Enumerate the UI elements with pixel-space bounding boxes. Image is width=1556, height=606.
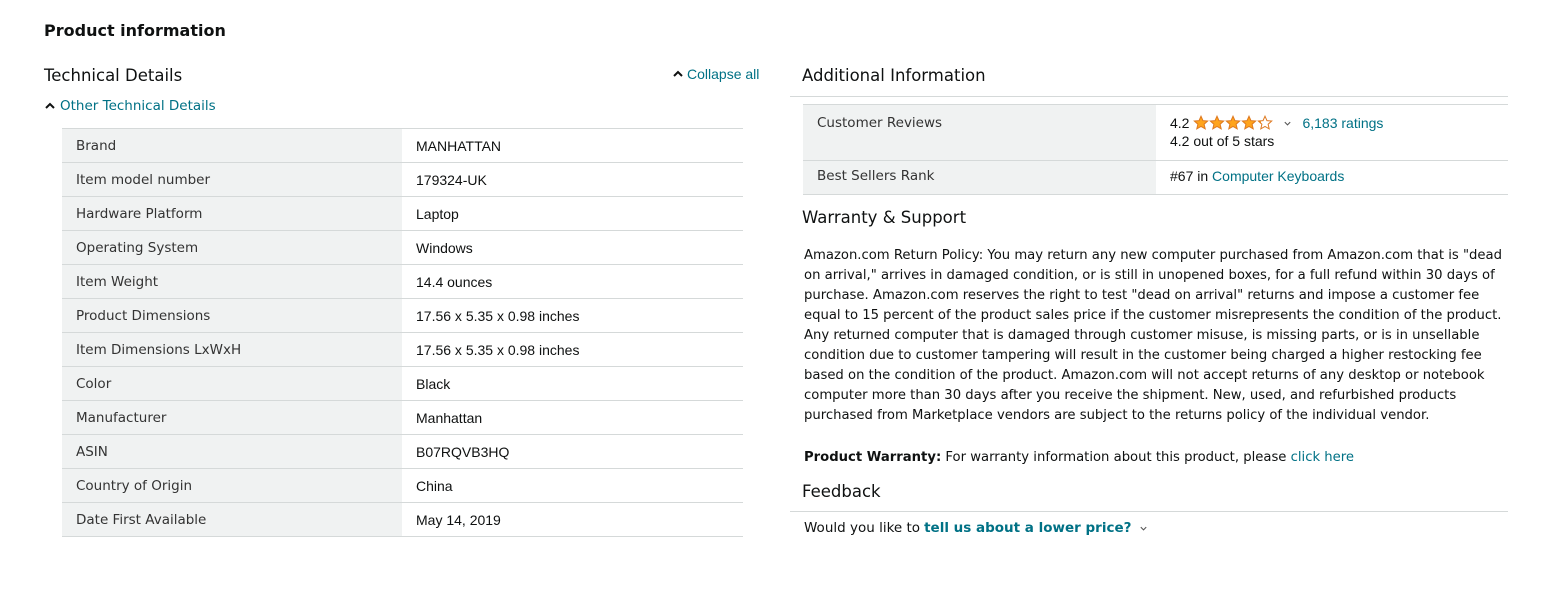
star-icon [1193,115,1210,130]
divider [790,96,1508,97]
row-label: Date First Available [62,502,402,537]
lower-price-link[interactable]: tell us about a lower price? [924,520,1131,536]
chevron-down-icon[interactable] [1139,524,1148,533]
rating-value: 4.2 [1170,115,1190,131]
star-rating[interactable] [1193,115,1274,131]
page-title: Product information [44,21,226,40]
row-label: ASIN [62,434,402,469]
row-label: Item model number [62,162,402,197]
table-row: Operating System Windows [62,230,743,265]
row-label: Color [62,366,402,401]
row-label: Product Dimensions [62,298,402,333]
chevron-down-icon[interactable] [1283,119,1292,128]
technical-details-table: Brand MANHATTAN Item model number 179324-UK… [62,128,743,537]
row-value: Windows [416,239,473,256]
best-sellers-rank-value: #67 in Computer Keyboards [1156,161,1508,195]
rating-text: 4.2 out of 5 stars [1170,133,1275,149]
row-value: China [416,477,453,494]
other-technical-details-label: Other Technical Details [60,98,216,114]
additional-information-table: Customer Reviews 4.2 6,183 ratings 4.2 o… [803,104,1508,195]
feedback-line: Would you like to tell us about a lower … [804,520,1148,536]
customer-reviews-label: Customer Reviews [803,104,1156,161]
star-icon [1209,115,1226,130]
row-value: 14.4 ounces [416,273,493,290]
collapse-all-link[interactable]: Collapse all [672,66,759,82]
star-icon [1257,115,1274,130]
table-row: Best Sellers Rank #67 in Computer Keyboa… [803,160,1508,195]
return-policy-text: Amazon.com Return Policy: You may return… [804,248,1502,423]
click-here-link[interactable]: click here [1291,450,1354,465]
row-label: Item Weight [62,264,402,299]
divider [790,511,1508,512]
row-label: Item Dimensions LxWxH [62,332,402,367]
warranty-support-heading: Warranty & Support [802,208,967,227]
ratings-count-link[interactable]: 6,183 ratings [1302,115,1383,131]
table-row: ASIN B07RQVB3HQ [62,434,743,469]
technical-details-heading: Technical Details [44,66,183,85]
row-label: Operating System [62,230,402,265]
row-label: Manufacturer [62,400,402,435]
row-value: B07RQVB3HQ [416,443,510,460]
rank-number: #67 in [1170,168,1209,184]
star-icon [1241,115,1258,130]
chevron-up-icon [673,70,683,77]
product-warranty-line: Product Warranty: For warranty informati… [804,448,1354,468]
best-sellers-rank-label: Best Sellers Rank [803,160,1156,195]
feedback-heading: Feedback [802,482,881,501]
table-row: Country of Origin China [62,468,743,503]
row-value: 17.56 x 5.35 x 0.98 inches [416,341,580,358]
other-technical-details-toggle[interactable]: Other Technical Details [44,98,216,114]
chevron-up-icon [45,102,55,109]
table-row: Item Dimensions LxWxH 17.56 x 5.35 x 0.98… [62,332,743,367]
row-value: Manhattan [416,409,483,426]
collapse-all-label: Collapse all [687,66,760,82]
row-value: May 14, 2019 [416,511,501,528]
table-row: Hardware Platform Laptop [62,196,743,231]
additional-information-heading: Additional Information [802,66,986,85]
product-warranty-label: Product Warranty: [804,450,942,465]
table-row: Product Dimensions 17.56 x 5.35 x 0.98 in… [62,298,743,333]
table-row: Item model number 179324-UK [62,162,743,197]
feedback-prompt: Would you like to [804,520,921,536]
row-value: Laptop [416,205,459,222]
row-value: MANHATTAN [416,137,502,154]
row-value: 17.56 x 5.35 x 0.98 inches [416,307,580,324]
row-value: 179324-UK [416,171,487,188]
table-row: Customer Reviews 4.2 6,183 ratings 4.2 o… [803,104,1508,161]
star-icon [1225,115,1242,130]
product-warranty-text: For warranty information about this prod… [945,450,1287,465]
customer-reviews-value: 4.2 6,183 ratings 4.2 out of 5 stars [1156,105,1508,161]
row-value: Black [416,375,451,392]
table-row: Item Weight 14.4 ounces [62,264,743,299]
table-row: Brand MANHATTAN [62,128,743,163]
rank-category-link[interactable]: Computer Keyboards [1212,168,1344,184]
table-row: Date First Available May 14, 2019 [62,502,743,537]
row-label: Hardware Platform [62,196,402,231]
table-row: Manufacturer Manhattan [62,400,743,435]
row-label: Brand [62,128,402,163]
row-label: Country of Origin [62,468,402,503]
table-row: Color Black [62,366,743,401]
